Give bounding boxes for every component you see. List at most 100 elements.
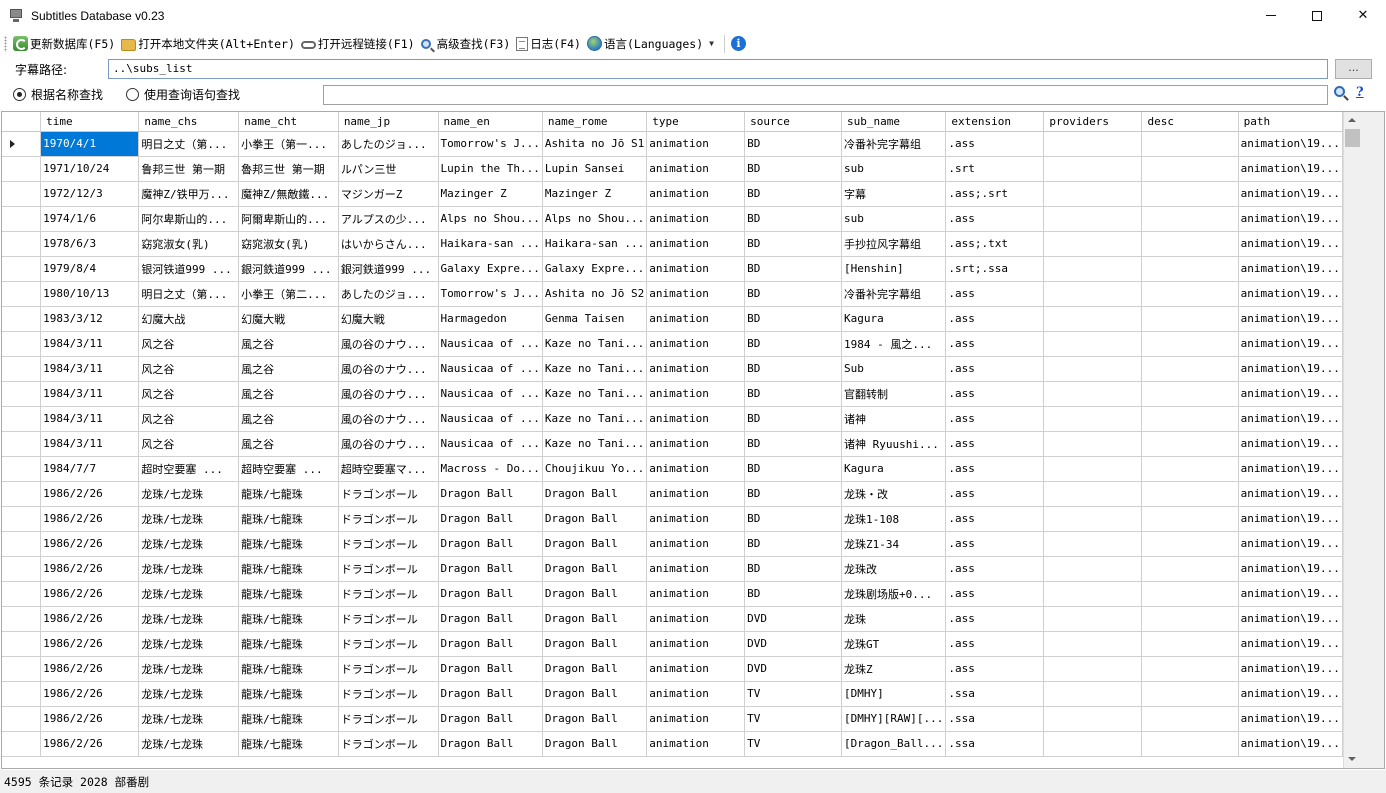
cell-desc[interactable]: [1141, 456, 1239, 482]
table-row[interactable]: 1984/3/11 风之谷 風之谷 風の谷のナウ... Nausicaa of ... K…: [2, 356, 1343, 382]
cell-sub-name[interactable]: 冷番补完字幕组: [841, 131, 947, 157]
row-header[interactable]: [2, 456, 42, 482]
cell-name-en[interactable]: Alps no Shou...: [438, 206, 543, 232]
cell-name-rome[interactable]: Dragon Ball: [542, 581, 648, 607]
cell-name-rome[interactable]: Ashita no Jō S2: [542, 281, 648, 307]
scrollbar-thumb[interactable]: [1345, 129, 1360, 147]
table-row[interactable]: 1986/2/26 龙珠/七龙珠 龍珠/七龍珠 ドラゴンボール Dragon Ball D…: [2, 706, 1343, 732]
row-header[interactable]: [2, 406, 42, 432]
cell-extension[interactable]: .ass;.srt: [945, 181, 1045, 207]
cell-path[interactable]: animation\19...: [1238, 306, 1343, 332]
cell-name-rome[interactable]: Kaze no Tani...: [542, 406, 648, 432]
cell-type[interactable]: animation: [646, 531, 746, 557]
cell-name-jp[interactable]: ドラゴンボール: [338, 656, 439, 682]
cell-name-en[interactable]: Dragon Ball: [438, 531, 543, 557]
table-row[interactable]: 1986/2/26 龙珠/七龙珠 龍珠/七龍珠 ドラゴンボール Dragon Ball D…: [2, 731, 1343, 757]
cell-path[interactable]: animation\19...: [1238, 556, 1343, 582]
cell-time[interactable]: 1984/7/7: [40, 456, 140, 482]
cell-name-cht[interactable]: 風之谷: [238, 381, 339, 407]
row-header[interactable]: [2, 156, 42, 182]
cell-desc[interactable]: [1141, 731, 1239, 757]
cell-name-rome[interactable]: Choujikuu Yo...: [542, 456, 648, 482]
cell-extension[interactable]: .srt;.ssa: [945, 256, 1045, 282]
cell-name-chs[interactable]: 明日之丈（第...: [138, 281, 240, 307]
table-row[interactable]: 1986/2/26 龙珠/七龙珠 龍珠/七龍珠 ドラゴンボール Dragon Ball D…: [2, 606, 1343, 632]
row-header[interactable]: [2, 631, 42, 657]
cell-name-cht[interactable]: 阿爾卑斯山的...: [238, 206, 339, 232]
row-header[interactable]: [2, 556, 42, 582]
scrollbar-track[interactable]: [1344, 112, 1361, 768]
cell-name-en[interactable]: Dragon Ball: [438, 706, 543, 732]
cell-extension[interactable]: .ass;.txt: [945, 231, 1045, 257]
cell-name-cht[interactable]: 龍珠/七龍珠: [238, 706, 339, 732]
cell-name-chs[interactable]: 风之谷: [138, 356, 240, 382]
cell-source[interactable]: BD: [744, 506, 842, 532]
cell-time[interactable]: 1984/3/11: [40, 381, 140, 407]
column-header-name-chs[interactable]: name_chs: [138, 112, 240, 132]
advanced-search-button[interactable]: 高级查找(F3): [419, 34, 513, 54]
cell-sub-name[interactable]: [DMHY][RAW][...: [841, 706, 947, 732]
minimize-button[interactable]: [1248, 0, 1294, 31]
table-row[interactable]: 1986/2/26 龙珠/七龙珠 龍珠/七龍珠 ドラゴンボール Dragon Ball D…: [2, 631, 1343, 657]
row-header[interactable]: [2, 231, 42, 257]
cell-source[interactable]: BD: [744, 206, 842, 232]
cell-name-en[interactable]: Dragon Ball: [438, 731, 543, 757]
cell-name-chs[interactable]: 龙珠/七龙珠: [138, 706, 240, 732]
cell-name-jp[interactable]: 風の谷のナウ...: [338, 331, 439, 357]
cell-time[interactable]: 1986/2/26: [40, 731, 140, 757]
table-row[interactable]: 1972/12/3 魔神Z/铁甲万... 魔神Z/無敵鐵... マジンガーZ Mazin…: [2, 181, 1343, 207]
cell-name-chs[interactable]: 龙珠/七龙珠: [138, 731, 240, 757]
row-header[interactable]: [2, 731, 42, 757]
cell-type[interactable]: animation: [646, 606, 746, 632]
cell-time[interactable]: 1984/3/11: [40, 331, 140, 357]
table-row[interactable]: 1980/10/13 明日之丈（第... 小拳王（第二... あしたのジョ... Tom…: [2, 281, 1343, 307]
row-header[interactable]: [2, 481, 42, 507]
cell-type[interactable]: animation: [646, 506, 746, 532]
cell-name-en[interactable]: Nausicaa of ...: [438, 356, 543, 382]
cell-providers[interactable]: [1043, 681, 1143, 707]
cell-providers[interactable]: [1043, 381, 1143, 407]
cell-name-rome[interactable]: Dragon Ball: [542, 656, 648, 682]
row-header[interactable]: [2, 531, 42, 557]
cell-name-rome[interactable]: Dragon Ball: [542, 481, 648, 507]
table-row[interactable]: 1979/8/4 银河铁道999 ... 銀河鉄道999 ... 銀河鉄道999 ..…: [2, 256, 1343, 282]
cell-path[interactable]: animation\19...: [1238, 506, 1343, 532]
cell-extension[interactable]: .ass: [945, 656, 1045, 682]
table-row[interactable]: 1986/2/26 龙珠/七龙珠 龍珠/七龍珠 ドラゴンボール Dragon Ball D…: [2, 656, 1343, 682]
cell-name-jp[interactable]: ドラゴンボール: [338, 556, 439, 582]
cell-name-cht[interactable]: 小拳王（第一...: [238, 131, 339, 157]
row-header[interactable]: [2, 681, 42, 707]
cell-name-cht[interactable]: 風之谷: [238, 331, 339, 357]
cell-desc[interactable]: [1141, 481, 1239, 507]
cell-path[interactable]: animation\19...: [1238, 406, 1343, 432]
cell-providers[interactable]: [1043, 731, 1143, 757]
cell-extension[interactable]: .ass: [945, 506, 1045, 532]
about-button[interactable]: i: [729, 34, 748, 54]
table-row[interactable]: 1971/10/24 鲁邦三世 第一期 魯邦三世 第一期 ルパン三世 Lupin the…: [2, 156, 1343, 182]
cell-type[interactable]: animation: [646, 581, 746, 607]
table-row[interactable]: 1986/2/26 龙珠/七龙珠 龍珠/七龍珠 ドラゴンボール Dragon Ball D…: [2, 531, 1343, 557]
cell-desc[interactable]: [1141, 681, 1239, 707]
cell-path[interactable]: animation\19...: [1238, 581, 1343, 607]
cell-name-cht[interactable]: 龍珠/七龍珠: [238, 606, 339, 632]
cell-path[interactable]: animation\19...: [1238, 456, 1343, 482]
row-header[interactable]: [2, 706, 42, 732]
cell-source[interactable]: BD: [744, 231, 842, 257]
cell-desc[interactable]: [1141, 206, 1239, 232]
cell-sub-name[interactable]: Kagura: [841, 306, 947, 332]
cell-source[interactable]: BD: [744, 531, 842, 557]
cell-name-jp[interactable]: ドラゴンボール: [338, 606, 439, 632]
cell-name-rome[interactable]: Dragon Ball: [542, 731, 648, 757]
cell-type[interactable]: animation: [646, 256, 746, 282]
column-header-name-en[interactable]: name_en: [438, 112, 543, 132]
cell-source[interactable]: BD: [744, 156, 842, 182]
cell-name-cht[interactable]: 龍珠/七龍珠: [238, 481, 339, 507]
update-database-button[interactable]: 更新数据库(F5): [11, 34, 117, 54]
cell-source[interactable]: BD: [744, 381, 842, 407]
scroll-up-arrow-icon[interactable]: [1344, 112, 1361, 129]
cell-name-jp[interactable]: あしたのジョ...: [338, 281, 439, 307]
cell-providers[interactable]: [1043, 156, 1143, 182]
cell-desc[interactable]: [1141, 606, 1239, 632]
cell-name-rome[interactable]: Mazinger Z: [542, 181, 648, 207]
cell-name-chs[interactable]: 幻魔大战: [138, 306, 240, 332]
